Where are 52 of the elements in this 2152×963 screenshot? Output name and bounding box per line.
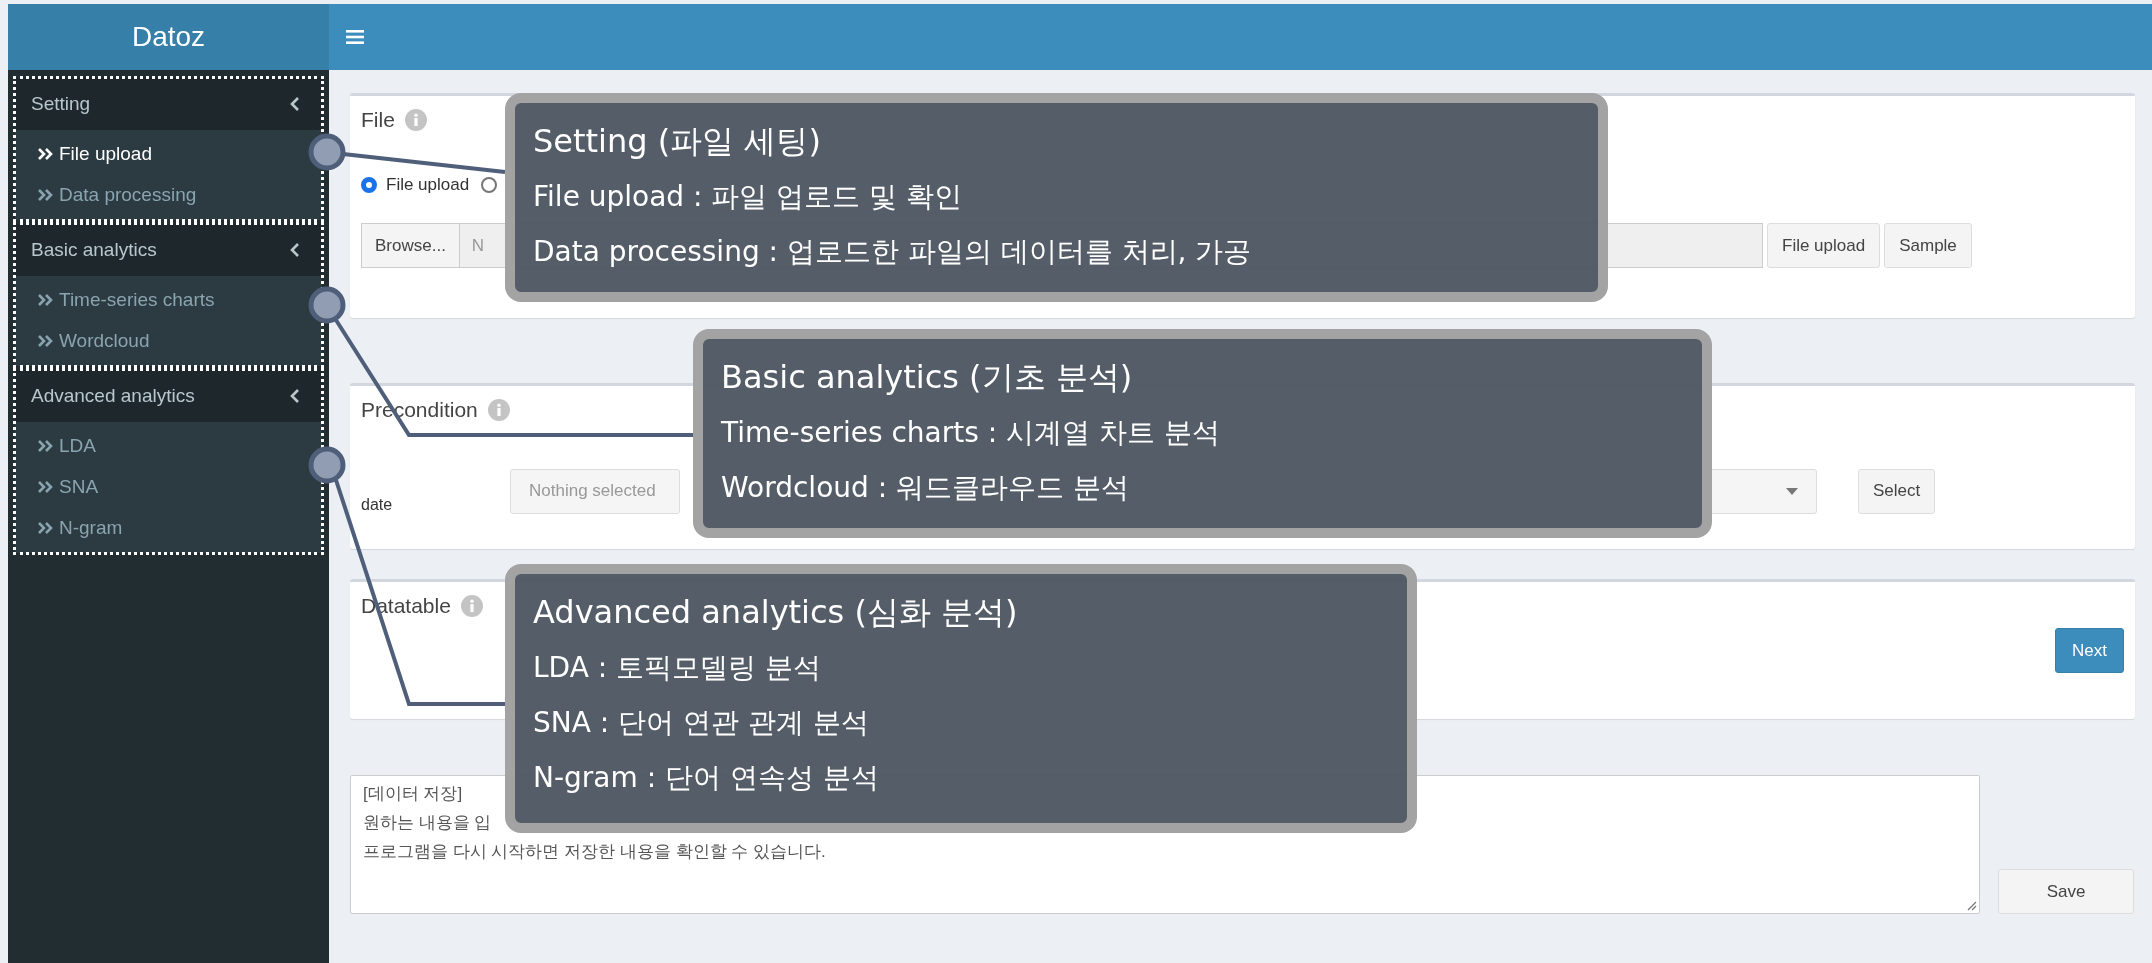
double-chevron-icon bbox=[37, 520, 53, 535]
sidebar-section-header[interactable]: Basic analytics bbox=[15, 224, 322, 276]
sidebar-item[interactable]: Wordcloud bbox=[15, 320, 150, 361]
menu-icon[interactable] bbox=[346, 29, 364, 45]
panel-title: File bbox=[361, 108, 395, 132]
sidebar-item[interactable]: SNA bbox=[15, 466, 99, 507]
chevron-left-icon bbox=[290, 242, 300, 258]
callout-title: Setting (파일 세팅) bbox=[533, 121, 821, 162]
double-chevron-icon bbox=[37, 438, 53, 453]
sidebar-item[interactable]: Data processing bbox=[15, 174, 197, 215]
browse-button[interactable]: Browse... bbox=[362, 224, 460, 267]
sidebar-item[interactable]: N-gram bbox=[15, 507, 123, 548]
double-chevron-icon bbox=[37, 292, 53, 307]
dropdown-placeholder: Nothing selected bbox=[529, 481, 656, 501]
file-name-field: N bbox=[459, 235, 485, 256]
callout-text: SNA : 단어 연관 관계 분석 bbox=[533, 705, 869, 741]
select-button[interactable]: Select bbox=[1858, 468, 1936, 514]
chevron-left-icon bbox=[290, 96, 300, 112]
sidebar-item[interactable]: LDA bbox=[15, 425, 96, 466]
caret-down-icon bbox=[1786, 487, 1798, 495]
radio-button[interactable] bbox=[481, 177, 498, 193]
double-chevron-icon bbox=[37, 187, 53, 202]
callout-text: File upload : 파일 업로드 및 확인 bbox=[533, 179, 963, 215]
callout-anchor-dot bbox=[308, 286, 346, 324]
save-button[interactable]: Save bbox=[1998, 869, 2134, 914]
callout-text: Time-series charts : 시계열 차트 분석 bbox=[721, 415, 1220, 451]
section-label: Basic analytics bbox=[31, 239, 157, 261]
sidebar-section-header[interactable]: Setting bbox=[15, 78, 322, 130]
sidebar-item[interactable]: Time-series charts bbox=[15, 279, 215, 320]
sidebar-section-header[interactable]: Advanced analytics bbox=[15, 370, 322, 422]
next-button[interactable]: Next bbox=[2055, 628, 2124, 673]
callout-anchor-dot bbox=[308, 446, 346, 484]
sidebar-item[interactable]: File upload bbox=[15, 133, 152, 174]
section-label: Advanced analytics bbox=[31, 385, 195, 407]
chevron-left-icon bbox=[290, 388, 300, 404]
app-title: Datoz bbox=[131, 21, 206, 53]
section-label: Setting bbox=[31, 93, 91, 115]
double-chevron-icon bbox=[37, 146, 53, 161]
resize-handle-icon[interactable] bbox=[1967, 901, 1977, 911]
double-chevron-icon bbox=[37, 333, 53, 348]
file-upload-button[interactable]: File upload bbox=[1767, 223, 1881, 268]
double-chevron-icon bbox=[37, 479, 53, 494]
callout-text: LDA : 토픽모델링 분석 bbox=[533, 650, 821, 686]
callout-text: Data processing : 업로드한 파일의 데이터를 처리, 가공 bbox=[533, 234, 1252, 270]
callout-title: Advanced analytics (심화 분석) bbox=[533, 592, 1018, 633]
sample-button[interactable]: Sample bbox=[1884, 223, 1972, 268]
callout-anchor-dot bbox=[308, 133, 346, 171]
field-label: date bbox=[361, 495, 394, 514]
radio-label[interactable]: File upload bbox=[386, 175, 470, 195]
callout-title: Basic analytics (기초 분석) bbox=[721, 357, 1133, 398]
radio-button[interactable] bbox=[361, 177, 377, 193]
callout-text: Wordcloud : 워드클라우드 분석 bbox=[721, 470, 1129, 506]
